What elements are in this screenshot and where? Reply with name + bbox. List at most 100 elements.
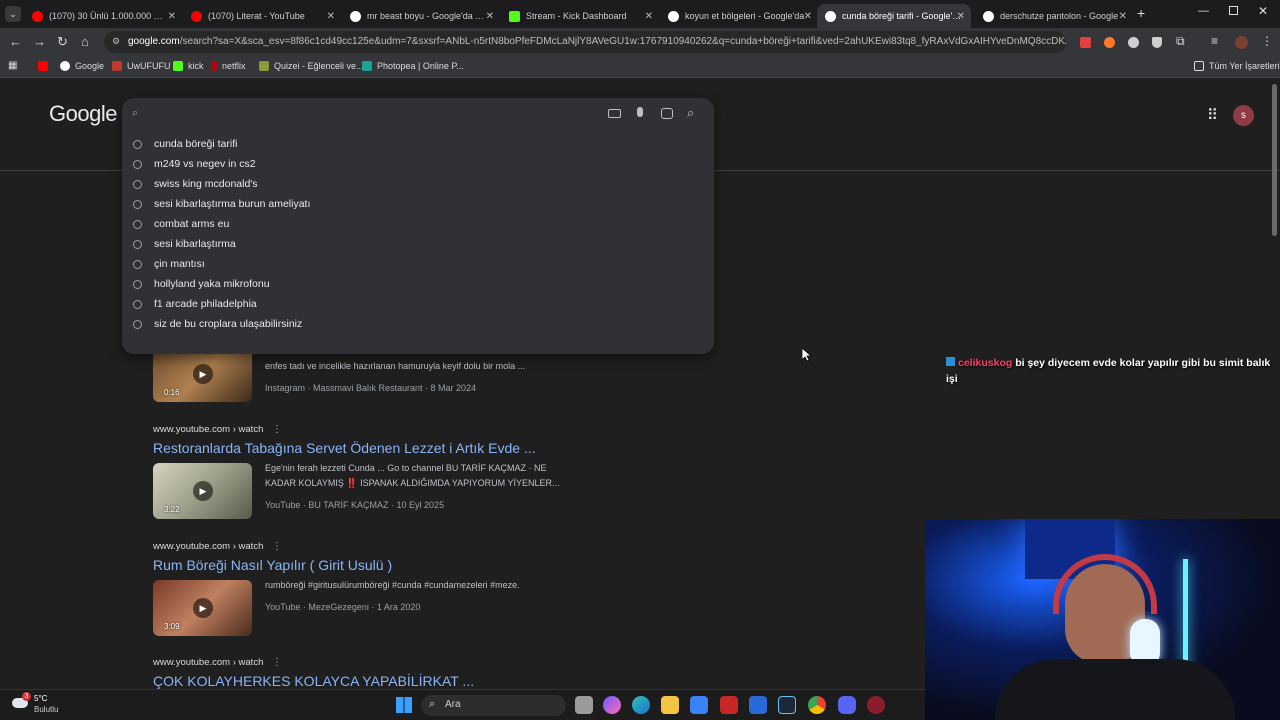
suggestion-item[interactable]: hollyland yaka mikrofonu xyxy=(132,274,702,294)
extension-icon[interactable] xyxy=(1128,37,1139,48)
bookmark-google[interactable]: Google xyxy=(60,61,104,71)
extension-icon[interactable] xyxy=(1080,37,1091,48)
tab-google-koyun[interactable]: koyun et bölgeleri - Google'da ✕ xyxy=(660,4,818,28)
more-options-icon[interactable]: ⋮ xyxy=(272,657,282,668)
forward-icon[interactable]: → xyxy=(33,34,46,49)
tab-google-cunda[interactable]: cunda böreği tarifi - Google'da ✕ xyxy=(817,4,971,28)
result-cite[interactable]: www.youtube.com › watch xyxy=(153,657,474,668)
suggestion-item[interactable]: sesi kibarlaştırma xyxy=(132,234,702,254)
result-cite[interactable]: www.youtube.com › watch xyxy=(153,424,536,435)
puzzle-icon[interactable]: ⧉ xyxy=(1176,34,1185,49)
minimize-button[interactable]: — xyxy=(1198,5,1209,17)
suggestion-item[interactable]: siz de bu croplara ulaşabilirsiniz xyxy=(132,314,702,334)
result-title-link[interactable]: Restoranlarda Tabağına Servet Ödenen Lez… xyxy=(153,440,536,456)
weather-temp: 5°C xyxy=(34,694,48,703)
profile-avatar-icon[interactable] xyxy=(1235,36,1248,49)
bookmark-quizei[interactable]: Quizei - Eğlenceli ve... xyxy=(259,61,364,71)
app-icon[interactable] xyxy=(867,696,885,714)
bookmark-netflix[interactable]: netflix xyxy=(212,61,246,71)
search-icon: ⌕ xyxy=(429,698,436,710)
address-path: /search?sa=X&sca_esv=8f86c1cd49cc125e&ud… xyxy=(179,36,1066,47)
video-thumbnail[interactable]: ▶ 3:09 xyxy=(153,580,252,636)
close-icon[interactable]: ✕ xyxy=(1119,11,1127,22)
account-avatar[interactable]: s xyxy=(1233,105,1254,126)
chrome-icon[interactable] xyxy=(808,696,826,714)
close-icon[interactable]: ✕ xyxy=(486,11,494,22)
tab-google-mr-beast[interactable]: mr beast boyu - Google'da Ara ✕ xyxy=(342,4,500,28)
tab-youtube-30-unlu[interactable]: (1070) 30 Ünlü 1.000.000 Dolar ✕ xyxy=(24,4,182,28)
camera-lens-icon[interactable] xyxy=(661,108,673,119)
close-icon[interactable]: ✕ xyxy=(327,11,335,22)
close-window-button[interactable]: ✕ xyxy=(1258,4,1268,18)
video-thumbnail[interactable]: ▶ 3:22 xyxy=(153,463,252,519)
copilot-icon[interactable] xyxy=(603,696,621,714)
webcam-overlay xyxy=(925,519,1280,720)
discord-icon[interactable] xyxy=(838,696,856,714)
windows-start-icon[interactable] xyxy=(396,697,412,713)
tab-kick-dashboard[interactable]: Stream - Kick Dashboard ✕ xyxy=(501,4,659,28)
close-icon[interactable]: ✕ xyxy=(168,11,176,22)
task-view-icon[interactable] xyxy=(575,696,593,714)
netflix-icon xyxy=(212,61,217,71)
history-icon xyxy=(133,219,142,229)
steam-icon[interactable] xyxy=(778,696,796,714)
suggestion-item[interactable]: f1 arcade philadelphia xyxy=(132,294,702,314)
home-icon[interactable]: ⌂ xyxy=(81,34,89,49)
site-info-icon[interactable]: ⚙ xyxy=(112,36,120,47)
taskbar-search-box[interactable]: ⌕ Ara xyxy=(421,695,566,716)
history-icon xyxy=(133,259,142,269)
result-title-link[interactable]: ÇOK KOLAYHERKES KOLAYCA YAPABİLİRKAT ... xyxy=(153,673,474,689)
suggestion-item[interactable]: cunda böreği tarifi xyxy=(132,134,702,154)
more-options-icon[interactable]: ⋮ xyxy=(272,541,282,552)
play-icon: ▶ xyxy=(193,598,213,618)
search-input[interactable] xyxy=(148,108,588,122)
tab-search-button[interactable]: ⌄ xyxy=(5,6,21,22)
result-title-link[interactable]: Rum Böreği Nasıl Yapılır ( Girit Usulü ) xyxy=(153,557,392,573)
tab-label: koyun et bölgeleri - Google'da xyxy=(685,11,805,21)
close-icon[interactable]: ✕ xyxy=(645,11,653,22)
google-logo[interactable]: Google xyxy=(49,101,117,127)
close-icon[interactable]: ✕ xyxy=(957,11,965,22)
suggestion-item[interactable]: combat arms eu xyxy=(132,214,702,234)
suggestion-item[interactable]: sesi kibarlaştırma burun ameliyatı xyxy=(132,194,702,214)
menu-icon[interactable]: ⋮ xyxy=(1261,34,1273,48)
search-result: www.youtube.com › watch ÇOK KOLAYHERKES … xyxy=(153,657,474,689)
restore-button[interactable] xyxy=(1229,6,1238,15)
search-submit-icon[interactable]: ⌕ xyxy=(687,105,694,121)
app-icon[interactable] xyxy=(720,696,738,714)
bookmark-uwufufu[interactable]: UwUFUFU xyxy=(112,61,171,71)
keyboard-icon[interactable] xyxy=(608,109,621,118)
tab-youtube-literat[interactable]: (1070) Literat - YouTube ✕ xyxy=(183,4,341,28)
tab-google-derschutze[interactable]: derschutze pantolon - Google ✕ xyxy=(975,4,1133,28)
file-explorer-icon[interactable] xyxy=(661,696,679,714)
bookmark-kick[interactable]: kick xyxy=(173,61,204,71)
reload-icon[interactable]: ↻ xyxy=(57,34,68,50)
suggestion-item[interactable]: swiss king mcdonald's xyxy=(132,174,702,194)
microphone-icon[interactable] xyxy=(637,107,643,117)
back-icon[interactable]: ← xyxy=(9,34,22,49)
video-thumbnail[interactable]: ▶ 0:16 xyxy=(153,346,252,402)
suggestion-item[interactable]: çin mantısı xyxy=(132,254,702,274)
mouse-cursor-icon xyxy=(802,348,812,362)
microsoft-store-icon[interactable] xyxy=(690,696,708,714)
apps-grid-icon[interactable]: ▦ xyxy=(8,60,17,71)
result-meta: Instagram · Massmavi Balık Restaurant · … xyxy=(265,383,477,393)
more-options-icon[interactable]: ⋮ xyxy=(272,424,282,435)
suggestion-item[interactable]: m249 vs negev in cs2 xyxy=(132,154,702,174)
bookmark-youtube[interactable] xyxy=(38,61,53,71)
address-bar[interactable]: ⚙ google.com/search?sa=X&sca_esv=8f86c1c… xyxy=(104,31,1066,53)
page-scrollbar-thumb[interactable] xyxy=(1272,84,1277,236)
new-tab-button[interactable]: + xyxy=(1137,5,1145,21)
all-bookmarks[interactable]: Tüm Yer İşaretleri xyxy=(1194,61,1280,71)
media-control-icon[interactable]: ≡ xyxy=(1211,34,1218,48)
extension-icon[interactable] xyxy=(1104,37,1115,48)
apps-grid-icon[interactable]: ⠿ xyxy=(1207,106,1218,124)
result-snippet: enfes tadı ve incelikle hazırlanan hamur… xyxy=(265,361,526,371)
close-icon[interactable]: ✕ xyxy=(804,11,812,22)
history-icon xyxy=(133,199,142,209)
mail-icon[interactable] xyxy=(749,696,767,714)
shield-icon[interactable] xyxy=(1152,37,1162,48)
bookmark-photopea[interactable]: Photopea | Online P... xyxy=(362,61,464,71)
edge-icon[interactable] xyxy=(632,696,650,714)
tab-label: (1070) 30 Ünlü 1.000.000 Dolar xyxy=(49,11,169,21)
